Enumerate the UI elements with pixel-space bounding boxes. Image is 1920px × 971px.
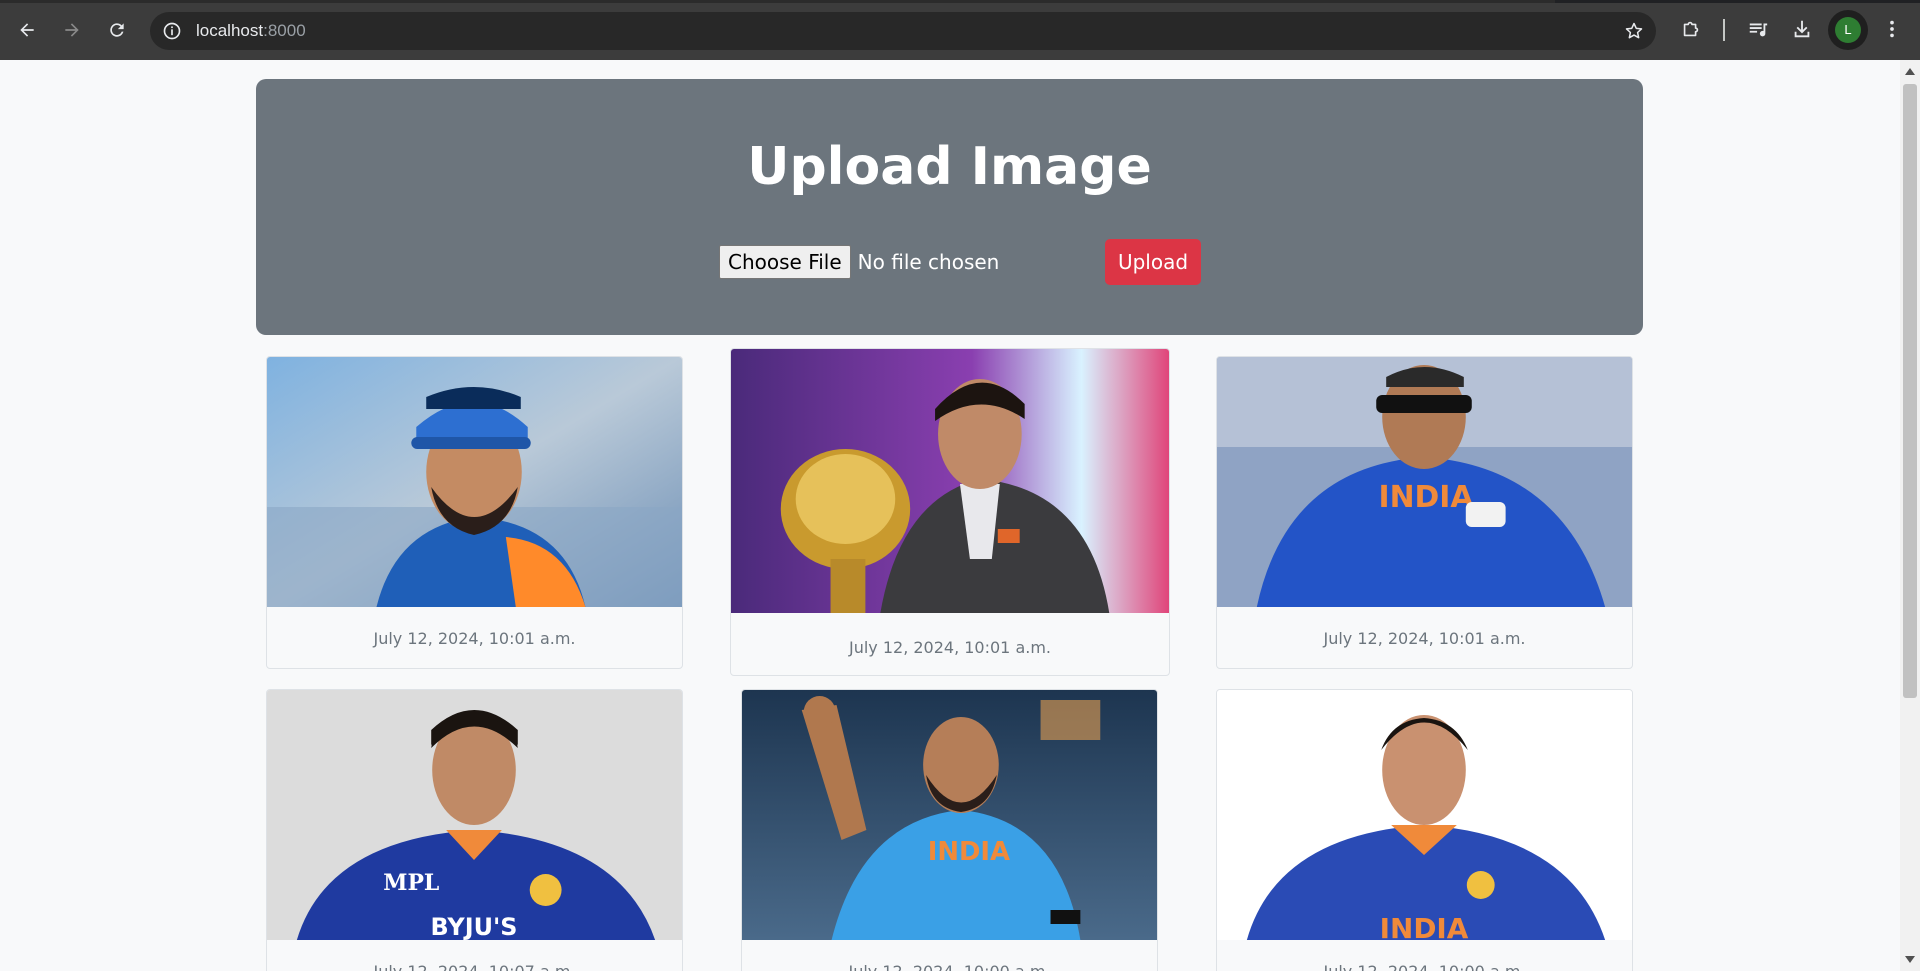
browser-menu-button[interactable]	[1879, 16, 1905, 42]
scroll-up-arrow-icon[interactable]	[1905, 68, 1915, 75]
card-image	[267, 357, 682, 607]
gallery-card[interactable]: July 12, 2024, 10:01 a.m.	[730, 348, 1170, 676]
media-queue-icon	[1749, 23, 1768, 37]
upload-title: Upload Image	[747, 137, 1152, 197]
card-image: INDIA	[1217, 357, 1632, 607]
card-image: INDIA	[1217, 690, 1632, 940]
toolbar-separator	[1723, 19, 1725, 41]
tab-strip-edge	[0, 0, 1920, 3]
reload-button[interactable]	[100, 13, 134, 47]
kebab-menu-icon	[1890, 20, 1894, 38]
gallery-card[interactable]: MPL BYJU'S July 12, 2024, 10:07 a.m.	[266, 689, 683, 971]
scrollbar-thumb[interactable]	[1903, 84, 1917, 698]
reload-icon	[110, 23, 124, 37]
cricketer-photo-icon: INDIA	[1217, 357, 1632, 607]
address-bar[interactable]: localhost:8000	[150, 12, 1656, 50]
gallery-card[interactable]: INDIA July 12, 2024, 10:00 a.m.	[741, 689, 1158, 971]
star-icon[interactable]	[1624, 21, 1644, 41]
tab-strip-accent	[1555, 0, 1920, 3]
url-host: localhost	[196, 21, 264, 40]
profile-initial: L	[1835, 17, 1861, 43]
file-input[interactable]: Choose File No file chosen	[719, 245, 999, 279]
gallery-card[interactable]: INDIA July 12, 2024, 10:00 a.m.	[1216, 689, 1633, 971]
photo-jersey-text: BYJU'S	[431, 913, 518, 940]
media-button[interactable]	[1745, 16, 1771, 42]
card-image	[731, 349, 1169, 613]
cricketer-photo-icon: INDIA	[742, 690, 1157, 940]
photo-jersey-text: MPL	[383, 870, 439, 896]
photo-jersey-text: INDIA	[928, 837, 1010, 867]
page-viewport: Upload Image Choose File No file chosen …	[0, 60, 1900, 971]
card-timestamp: July 12, 2024, 10:01 a.m.	[1323, 629, 1526, 648]
back-button[interactable]	[10, 13, 44, 47]
puzzle-icon	[1683, 21, 1699, 37]
upload-panel: Upload Image Choose File No file chosen …	[256, 79, 1643, 335]
card-image: INDIA	[742, 690, 1157, 940]
browser-toolbar: localhost:8000 L	[0, 0, 1920, 60]
gallery-card[interactable]: INDIA July 12, 2024, 10:01 a.m.	[1216, 356, 1633, 669]
card-timestamp: July 12, 2024, 10:00 a.m.	[742, 962, 1157, 971]
scroll-down-arrow-icon[interactable]	[1905, 956, 1915, 963]
card-timestamp: July 12, 2024, 10:01 a.m.	[373, 629, 576, 648]
cricketer-photo-icon	[267, 357, 682, 607]
file-status-text: No file chosen	[857, 250, 1000, 274]
photo-jersey-text: INDIA	[1380, 912, 1469, 940]
profile-avatar-button[interactable]: L	[1828, 10, 1868, 50]
cricketer-photo-icon: MPL BYJU'S	[267, 690, 682, 940]
extensions-button[interactable]	[1678, 16, 1704, 42]
cricketer-photo-icon	[731, 349, 1169, 613]
page-scrollbar[interactable]	[1900, 60, 1920, 971]
upload-button[interactable]: Upload	[1105, 239, 1201, 285]
downloads-button[interactable]	[1789, 16, 1815, 42]
choose-file-button[interactable]: Choose File	[719, 245, 851, 279]
arrow-left-icon	[20, 23, 34, 37]
card-timestamp: July 12, 2024, 10:00 a.m.	[1217, 962, 1632, 971]
card-timestamp: July 12, 2024, 10:07 a.m.	[267, 962, 682, 971]
photo-jersey-text: INDIA	[1378, 480, 1473, 515]
cricketer-photo-icon: INDIA	[1217, 690, 1632, 940]
forward-button[interactable]	[55, 13, 89, 47]
info-icon[interactable]	[162, 21, 182, 41]
url-port: :8000	[263, 21, 306, 40]
arrow-right-icon	[65, 23, 79, 37]
card-timestamp: July 12, 2024, 10:01 a.m.	[848, 638, 1052, 657]
url-text[interactable]: localhost:8000	[196, 21, 306, 41]
card-image: MPL BYJU'S	[267, 690, 682, 940]
download-icon	[1794, 20, 1810, 38]
gallery-card[interactable]: July 12, 2024, 10:01 a.m.	[266, 356, 683, 669]
